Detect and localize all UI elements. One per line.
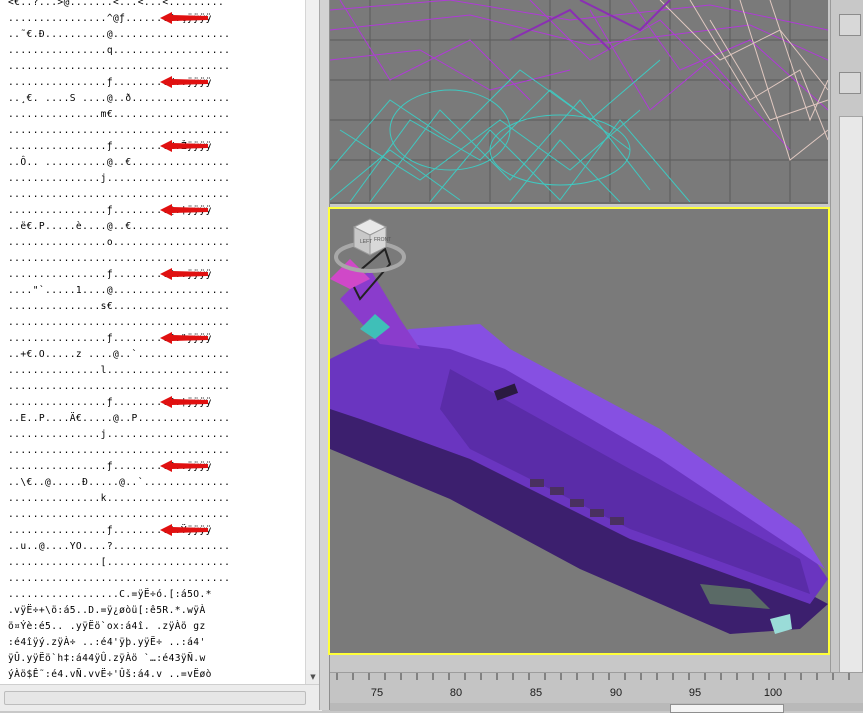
editor-line: .vÿË÷+\ö:á5..D.=ÿ¿øòü[:ê5R.*.wÿÀ (8, 605, 206, 616)
horizontal-scroll-thumb[interactable] (4, 691, 306, 705)
editor-horizontal-scrollbar[interactable] (0, 684, 322, 711)
editor-line: ...............m€................... (8, 109, 231, 120)
editor-line: ÿÛ.yÿËö`h‡:á44ÿÛ.zÿÀö `…:é43ÿÑ.w (8, 653, 206, 664)
scroll-down-icon[interactable]: ▼ (306, 670, 320, 684)
annotation-arrow-icon (160, 76, 208, 88)
editor-line: ýÀö$Ê˜:é4.vÑ.vvË÷'Ûš:á4.v ..=vËøò (8, 669, 212, 680)
editor-line: ..+€.O.....z ....@..`............... (8, 349, 231, 360)
editor-line: ö¤Ýè:é5.. .yÿËö`ox:á4î. .zÿÀö gz (8, 621, 206, 632)
editor-line: ................q................... (8, 45, 231, 56)
viewcube-front-label: FRONT (374, 237, 391, 243)
editor-line: .................................... (8, 125, 231, 136)
annotation-arrow-icon (160, 524, 208, 536)
timeline-tick-label: 90 (609, 687, 623, 699)
panel-button[interactable] (839, 72, 861, 94)
editor-line: .................................... (8, 253, 231, 264)
editor-vertical-scrollbar[interactable]: ▼ (305, 0, 320, 684)
timeline-input-field[interactable] (670, 704, 784, 713)
editor-line: .................................... (8, 445, 231, 456)
editor-line: ...............s€................... (8, 301, 231, 312)
editor-line: ..˜€.Ð..........@................... (8, 29, 231, 40)
editor-line: ..Ô.. ..........@..€................ (8, 157, 231, 168)
editor-line: .................................... (8, 509, 231, 520)
annotation-arrow-icon (160, 204, 208, 216)
timeline-tick-label: 100 (763, 687, 783, 699)
annotation-arrow-icon (160, 396, 208, 408)
panel-button[interactable] (839, 14, 861, 36)
viewcube-icon[interactable]: LEFT FRONT (330, 209, 410, 279)
editor-line: .................................... (8, 381, 231, 392)
timeline-tick-label: 75 (370, 687, 384, 699)
annotation-arrow-icon (160, 140, 208, 152)
editor-line: ................o................... (8, 237, 231, 248)
editor-line: ..................C.=ÿË÷ó.[:á5O.* (8, 589, 212, 600)
timeline-ruler[interactable]: 75 80 85 90 95 100 (330, 672, 863, 713)
panel-scrollbar[interactable] (839, 116, 863, 686)
timeline-tick-label: 85 (529, 687, 543, 699)
editor-line: .................................... (8, 317, 231, 328)
editor-line: ...............j.................... (8, 173, 231, 184)
annotation-arrow-icon (160, 332, 208, 344)
editor-line: .................................... (8, 573, 231, 584)
editor-line: :é4îÿý.zÿÀ÷ ..:é4'ÿþ.yÿË÷ ..:á4' (8, 637, 206, 648)
text-editor[interactable]: <€..?...>@.......<...<...<..............… (0, 0, 305, 684)
viewport-perspective[interactable]: LEFT FRONT (328, 207, 830, 655)
editor-line: ...............l.................... (8, 365, 231, 376)
editor-line: ...."`.....1....@................... (8, 285, 231, 296)
editor-line: ...............k.................... (8, 493, 231, 504)
annotation-arrow-icon (160, 268, 208, 280)
timeline-tick-label: 80 (449, 687, 463, 699)
editor-line: ..ë€.P.....è....@..€................ (8, 221, 231, 232)
editor-line: ...............[.................... (8, 557, 231, 568)
editor-line: .................................... (8, 189, 231, 200)
timeline-tick-label: 95 (688, 687, 702, 699)
command-panel (830, 0, 863, 686)
editor-line: ..\€..@.....Ð.....@..`.............. (8, 477, 231, 488)
ruler-ticks (336, 673, 850, 680)
annotation-arrow-icon (160, 460, 208, 472)
editor-line: ..u..@....YO....?................... (8, 541, 231, 552)
editor-line: .................................... (8, 61, 231, 72)
wireframe-render (330, 0, 828, 202)
annotation-arrow-icon (160, 12, 208, 24)
viewport-top-wireframe[interactable] (330, 0, 828, 204)
viewcube-left-label: LEFT (360, 239, 372, 245)
editor-line: ..E..P....Ä€.....@..P............... (8, 413, 231, 424)
editor-line: ..¸€. ....S ....@..ð................ (8, 93, 231, 104)
editor-line: ...............j.................... (8, 429, 231, 440)
editor-line: <€..?...>@.......<...<...<......... (8, 0, 225, 8)
